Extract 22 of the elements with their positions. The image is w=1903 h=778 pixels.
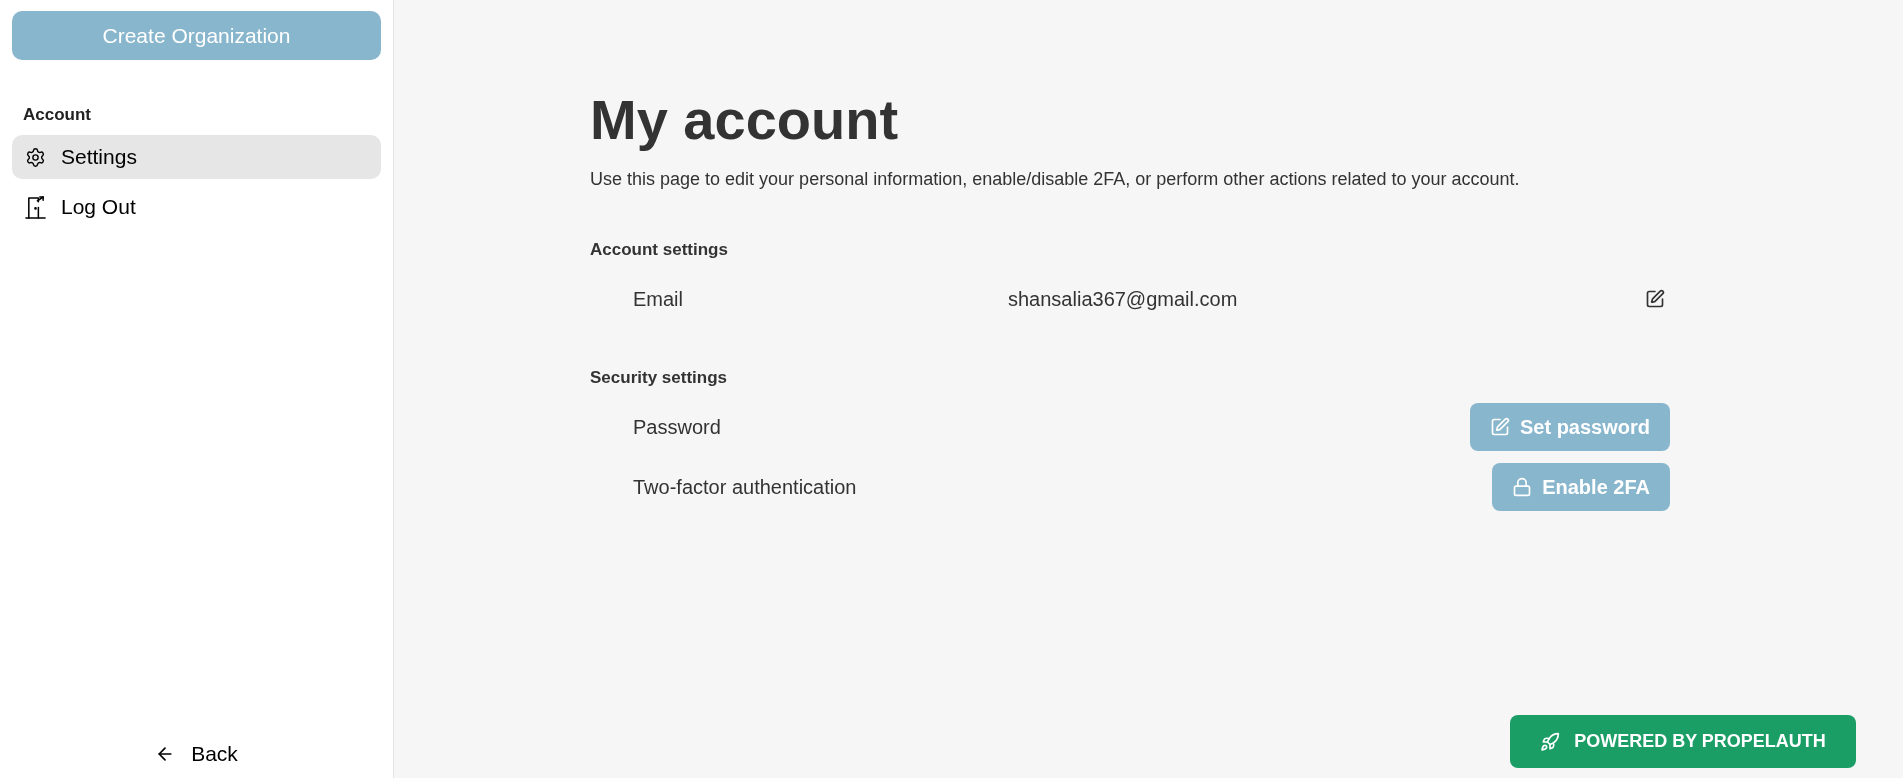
field-label: Email [633,287,684,312]
action-button[interactable]: Set password [1469,403,1670,451]
field-label: Two-factor authentication [633,475,857,500]
door-exit-icon [25,195,46,219]
page-description: Use this page to edit your personal information, enable/disable 2FA, or perform other actions related to your account. [590,168,1521,191]
action-button[interactable]: Enable 2FA [1492,463,1670,511]
rocket-icon [1540,731,1561,752]
sidebar-item[interactable]: Settings [12,135,381,179]
section-heading: Account settings [590,239,729,261]
settings-icon [25,146,46,168]
sidebar-item[interactable]: Log Out [12,185,381,229]
powered-by-badge[interactable]: POWERED BY PROPELAUTH [1510,715,1856,768]
field-label: Password [633,415,721,440]
field-value: shansalia367@gmail.com [1008,287,1238,312]
page-title: My account [590,87,900,153]
section-label: Account [23,104,91,126]
create-organization-button[interactable]: Create Organization [12,11,381,60]
back-link[interactable]: Back [155,740,238,768]
lock-icon [1512,477,1533,497]
section-heading: Security settings [590,367,728,389]
edit-icon [1489,417,1510,437]
edit-icon[interactable] [1645,289,1665,309]
